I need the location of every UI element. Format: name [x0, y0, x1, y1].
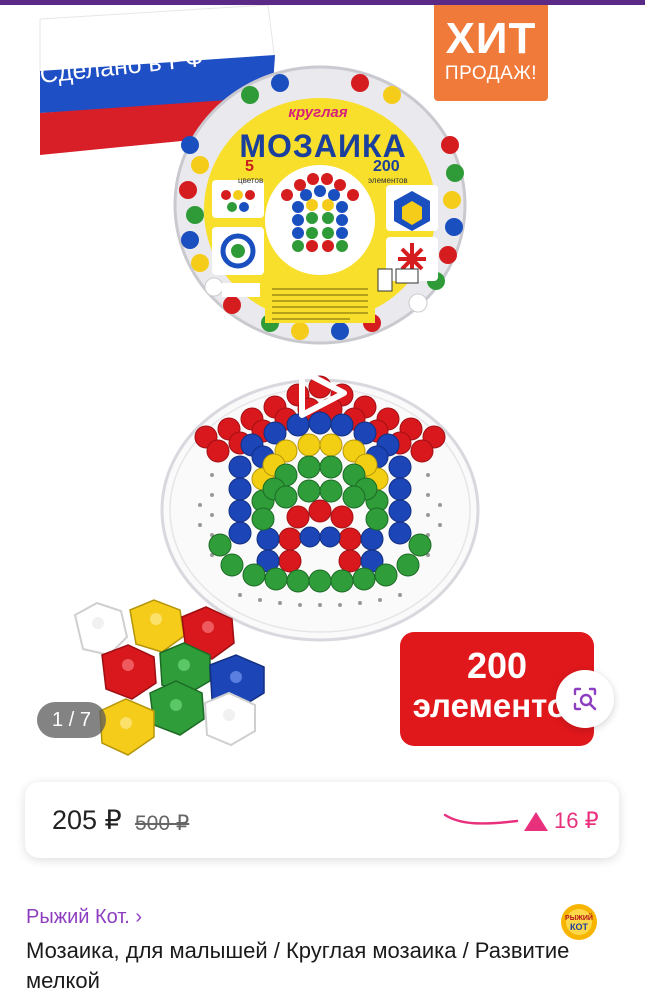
product-image-gallery[interactable]: Сделано в РФ ХИТ ПРОДАЖ! круглая МОЗАИКА…	[0, 5, 645, 775]
play-icon	[299, 368, 347, 418]
box-elements-count: 200	[373, 158, 400, 175]
made-in-russia-text: Сделано в РФ	[38, 43, 206, 89]
visual-search-button[interactable]	[556, 670, 614, 728]
gallery-counter: 1 / 7	[37, 702, 106, 738]
svg-text:РЫЖИЙ: РЫЖИЙ	[565, 913, 593, 922]
product-page: Сделано в РФ ХИТ ПРОДАЖ! круглая МОЗАИКА…	[0, 0, 645, 1000]
price-history-graph	[443, 813, 519, 825]
svg-text:КОТ: КОТ	[570, 922, 588, 932]
bestseller-badge: ХИТ ПРОДАЖ!	[434, 5, 548, 101]
box-colors-count: 5	[245, 158, 254, 175]
loose-mosaic-pieces	[73, 599, 265, 756]
price-change: 16 ₽	[524, 808, 599, 834]
current-price: 205 ₽	[52, 805, 122, 835]
box-subtitle: круглая	[288, 104, 348, 121]
old-price: 500 ₽	[135, 812, 190, 835]
seller-link[interactable]: Рыжий Кот. ›	[26, 906, 142, 929]
play-video-button[interactable]	[292, 365, 352, 421]
box-colors-label: цветов	[238, 176, 264, 185]
product-title: Мозаика, для малышей / Круглая мозаика /…	[26, 938, 570, 993]
price-change-value: 16 ₽	[554, 808, 599, 833]
box-elements-label: элементов	[368, 176, 408, 185]
price-trend-up-icon	[524, 811, 548, 831]
bestseller-line2: ПРОДАЖ!	[444, 63, 538, 84]
price-card[interactable]: 205 ₽ 500 ₽ 16 ₽	[25, 782, 619, 858]
bestseller-line1: ХИТ	[445, 14, 537, 63]
visual-search-icon	[573, 687, 597, 711]
